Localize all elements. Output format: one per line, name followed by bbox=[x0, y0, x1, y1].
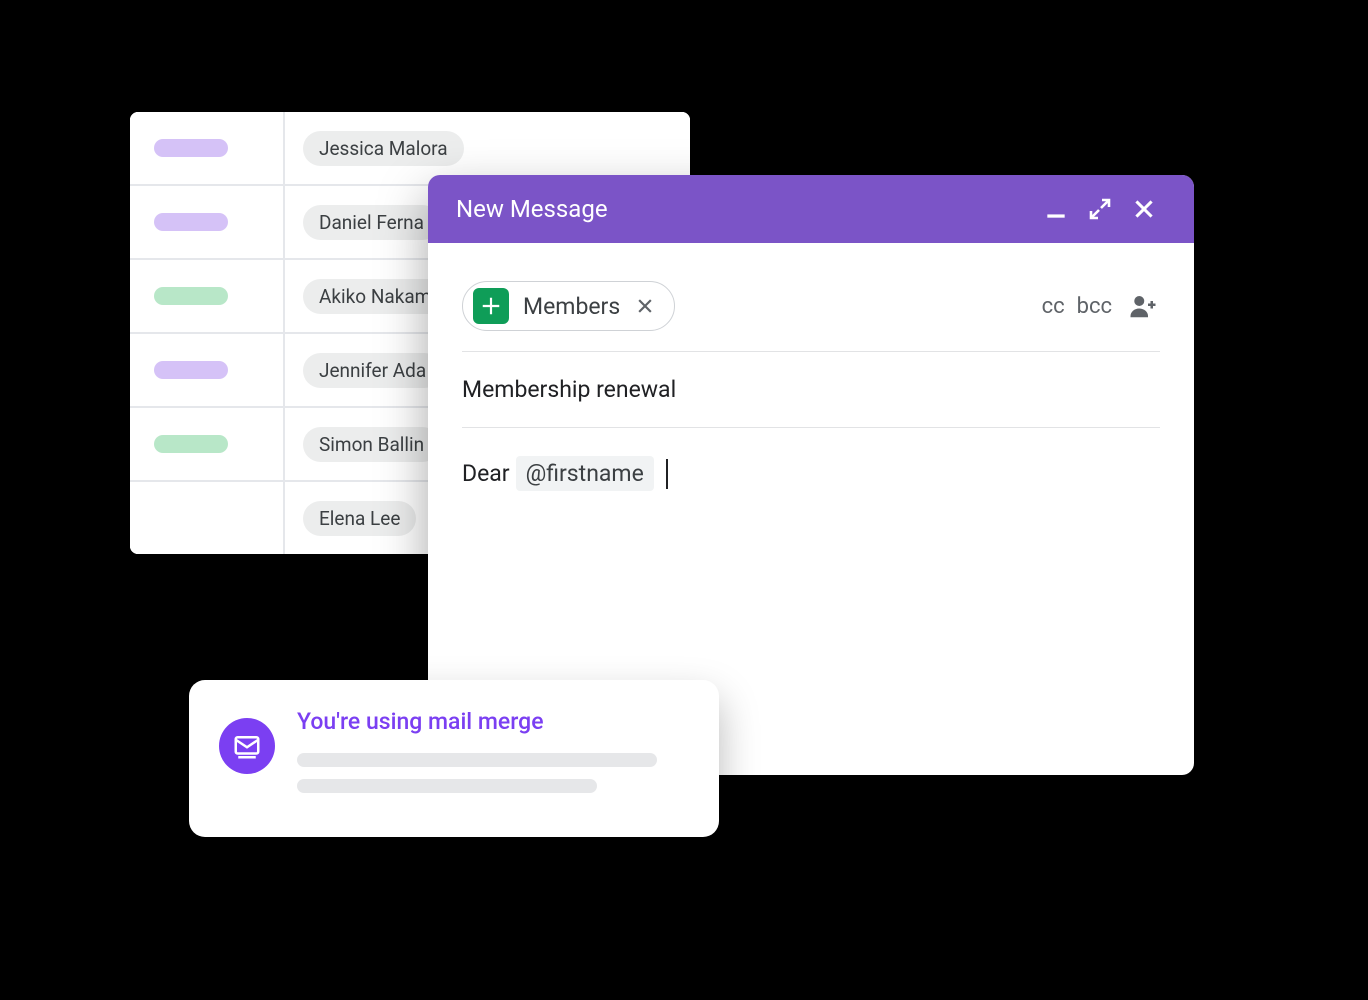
contact-chip[interactable]: Jennifer Ada bbox=[303, 353, 442, 388]
close-icon[interactable] bbox=[1122, 187, 1166, 231]
remove-chip-icon[interactable] bbox=[634, 295, 656, 317]
skeleton-line bbox=[297, 753, 657, 767]
contact-chip[interactable]: Akiko Nakam bbox=[303, 279, 447, 314]
recipients-row[interactable]: Members cc bcc bbox=[462, 267, 1160, 352]
name-cell: Jessica Malora bbox=[285, 112, 690, 184]
sheets-icon bbox=[473, 288, 509, 324]
body-text: Dear bbox=[462, 460, 510, 487]
cc-button[interactable]: cc bbox=[1042, 294, 1065, 319]
compose-header: New Message bbox=[428, 175, 1194, 243]
bcc-button[interactable]: bcc bbox=[1077, 294, 1112, 319]
status-pill bbox=[154, 213, 228, 231]
expand-icon[interactable] bbox=[1078, 187, 1122, 231]
status-cell bbox=[130, 482, 285, 554]
contact-chip[interactable]: Simon Ballin bbox=[303, 427, 440, 462]
message-body[interactable]: Dear @firstname bbox=[462, 428, 1160, 519]
status-pill bbox=[154, 287, 228, 305]
status-cell bbox=[130, 334, 285, 406]
status-pill bbox=[154, 435, 228, 453]
mail-merge-toast: You're using mail merge bbox=[189, 680, 719, 837]
skeleton-line bbox=[297, 779, 597, 793]
compose-body: Members cc bcc Membership renewal bbox=[428, 243, 1194, 519]
status-pill bbox=[154, 361, 228, 379]
merge-field-firstname[interactable]: @firstname bbox=[516, 456, 654, 491]
toast-title: You're using mail merge bbox=[297, 708, 689, 735]
text-cursor bbox=[666, 459, 668, 489]
contact-chip[interactable]: Daniel Ferna bbox=[303, 205, 440, 240]
contact-chip[interactable]: Jessica Malora bbox=[303, 131, 464, 166]
toast-body: You're using mail merge bbox=[297, 708, 689, 805]
minimize-icon[interactable] bbox=[1034, 187, 1078, 231]
subject-input[interactable]: Membership renewal bbox=[462, 352, 1160, 428]
mail-merge-icon bbox=[219, 718, 275, 774]
compose-title: New Message bbox=[456, 195, 1034, 223]
contact-chip[interactable]: Elena Lee bbox=[303, 501, 416, 536]
status-cell bbox=[130, 186, 285, 258]
status-cell bbox=[130, 112, 285, 184]
status-cell bbox=[130, 408, 285, 480]
add-person-icon[interactable] bbox=[1126, 289, 1160, 323]
status-pill bbox=[154, 139, 228, 157]
status-cell bbox=[130, 260, 285, 332]
recipient-chip-members[interactable]: Members bbox=[462, 281, 675, 331]
recipient-chip-label: Members bbox=[523, 293, 620, 320]
